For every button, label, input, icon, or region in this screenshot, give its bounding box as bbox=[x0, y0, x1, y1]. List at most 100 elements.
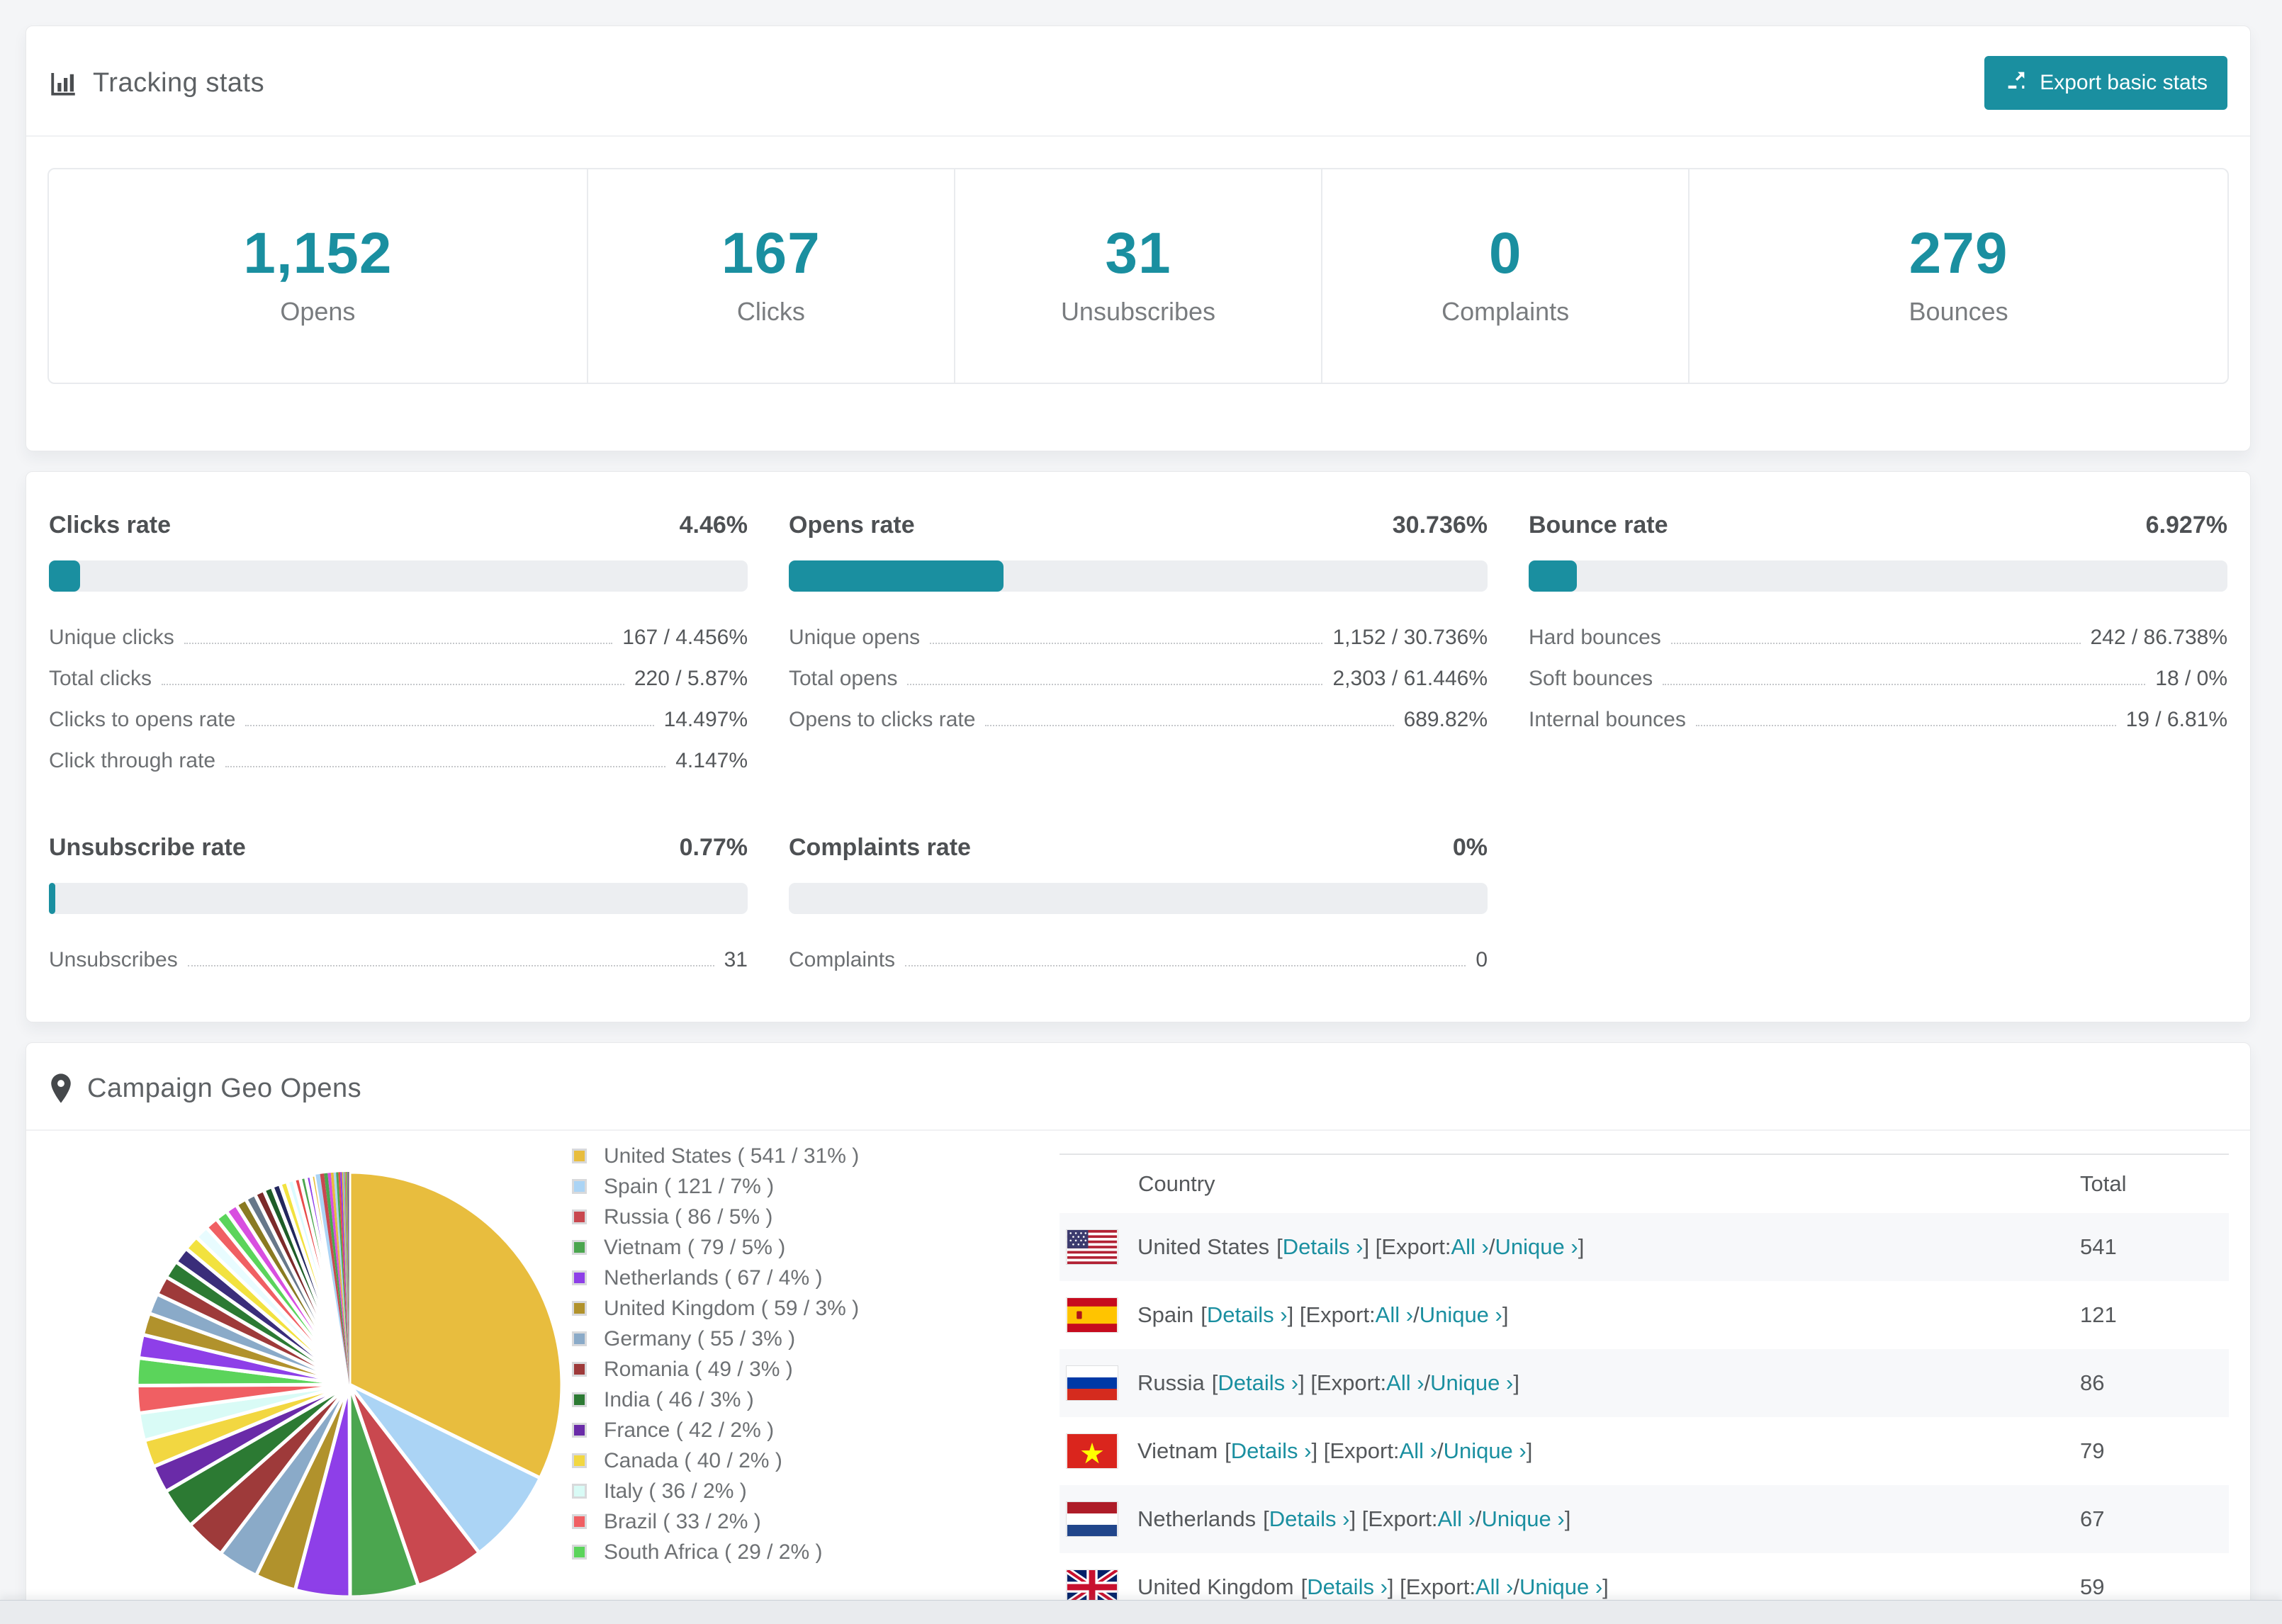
rate-title: Clicks rate bbox=[49, 512, 171, 538]
rate-row-value: 14.497% bbox=[663, 708, 748, 731]
legend-item-vietnam[interactable]: Vietnam ( 79 / 5% ) bbox=[572, 1232, 1060, 1263]
export-unique-link[interactable]: Unique › bbox=[1430, 1370, 1513, 1396]
legend-label: Italy ( 36 / 2% ) bbox=[604, 1479, 747, 1503]
nl-flag-icon bbox=[1067, 1502, 1118, 1536]
bracket: ] [Export: bbox=[1311, 1438, 1400, 1463]
rate-panel-clicks-rate: Clicks rate 4.46% Unique clicks 167 / 4.456… bbox=[49, 512, 748, 782]
legend-item-netherlands[interactable]: Netherlands ( 67 / 4% ) bbox=[572, 1263, 1060, 1293]
export-all-link[interactable]: All › bbox=[1376, 1302, 1413, 1328]
table-row-vietnam: Vietnam [Details ›] [Export: All › / Uniq… bbox=[1060, 1417, 2229, 1485]
geo-opens-title-text: Campaign Geo Opens bbox=[87, 1073, 362, 1103]
geo-table-header-country: Country bbox=[1138, 1171, 1215, 1196]
export-unique-link[interactable]: Unique › bbox=[1420, 1302, 1502, 1328]
legend-item-italy[interactable]: Italy ( 36 / 2% ) bbox=[572, 1476, 1060, 1506]
legend-item-france[interactable]: France ( 42 / 2% ) bbox=[572, 1415, 1060, 1445]
country-name: Spain bbox=[1137, 1302, 1194, 1327]
geo-row-total: 79 bbox=[2080, 1438, 2105, 1463]
table-row-spain: Spain [Details ›] [Export: All › / Unique… bbox=[1060, 1281, 2229, 1349]
export-all-link[interactable]: All › bbox=[1451, 1234, 1488, 1260]
rate-row-hard-bounces: Hard bounces 242 / 86.738% bbox=[1529, 617, 2227, 658]
bracket: ] [Export: bbox=[1349, 1506, 1438, 1531]
slash: / bbox=[1413, 1302, 1420, 1327]
legend-swatch bbox=[572, 1179, 587, 1194]
details-link[interactable]: Details › bbox=[1307, 1574, 1388, 1600]
bracket: ] bbox=[1513, 1370, 1519, 1395]
legend-swatch bbox=[572, 1149, 587, 1163]
details-link[interactable]: Details › bbox=[1231, 1438, 1312, 1464]
slash: / bbox=[1513, 1574, 1519, 1599]
geo-opens-card: Campaign Geo Opens United States ( 541 /… bbox=[26, 1042, 2251, 1624]
details-link[interactable]: Details › bbox=[1207, 1302, 1288, 1328]
export-unique-link[interactable]: Unique › bbox=[1444, 1438, 1527, 1464]
map-pin-icon bbox=[49, 1073, 73, 1104]
leader-dots bbox=[905, 965, 1466, 966]
rate-row-label: Click through rate bbox=[49, 749, 216, 772]
legend-item-russia[interactable]: Russia ( 86 / 5% ) bbox=[572, 1202, 1060, 1232]
details-link[interactable]: Details › bbox=[1218, 1370, 1298, 1396]
page-content: Tracking stats Export basic stats 1,152 O… bbox=[0, 0, 2282, 1624]
export-unique-link[interactable]: Unique › bbox=[1519, 1574, 1602, 1600]
legend-swatch bbox=[572, 1362, 587, 1377]
legend-item-romania[interactable]: Romania ( 49 / 3% ) bbox=[572, 1354, 1060, 1385]
legend-item-germany[interactable]: Germany ( 55 / 3% ) bbox=[572, 1324, 1060, 1354]
export-all-link[interactable]: All › bbox=[1386, 1370, 1424, 1396]
rate-progress-fill bbox=[789, 560, 1004, 592]
stats-wrap: 1,152 Opens 167 Clicks 31 Unsubscribes 0 Compla… bbox=[26, 137, 2250, 451]
dashboard-page: Tracking stats Export basic stats 1,152 O… bbox=[0, 0, 2282, 1624]
rate-row-label: Total clicks bbox=[49, 667, 152, 690]
rate-row-internal-bounces: Internal bounces 19 / 6.81% bbox=[1529, 699, 2227, 740]
rate-row-value: 1,152 / 30.736% bbox=[1332, 626, 1488, 649]
geo-row-total: 541 bbox=[2080, 1234, 2117, 1259]
rate-rows: Complaints 0 bbox=[789, 940, 1488, 981]
legend-item-canada[interactable]: Canada ( 40 / 2% ) bbox=[572, 1445, 1060, 1476]
rate-row-label: Opens to clicks rate bbox=[789, 708, 976, 731]
es-flag-icon bbox=[1067, 1298, 1118, 1332]
details-link[interactable]: Details › bbox=[1269, 1506, 1350, 1532]
slash: / bbox=[1424, 1370, 1431, 1395]
legend-item-spain[interactable]: Spain ( 121 / 7% ) bbox=[572, 1171, 1060, 1202]
legend-swatch bbox=[572, 1392, 587, 1407]
rate-panel-complaints-rate: Complaints rate 0% Complaints 0 bbox=[789, 834, 1488, 981]
bracket: ] bbox=[1578, 1234, 1585, 1259]
bracket: ] [Export: bbox=[1298, 1370, 1387, 1395]
geo-table: Country Total United States[Details ›] [… bbox=[1060, 1154, 2229, 1624]
export-basic-stats-button[interactable]: Export basic stats bbox=[1984, 56, 2227, 110]
export-all-link[interactable]: All › bbox=[1400, 1438, 1437, 1464]
leader-dots bbox=[1663, 684, 2146, 685]
rate-rows: Hard bounces 242 / 86.738% Soft bounces 18 … bbox=[1529, 617, 2227, 740]
stat-cell-opens: 1,152 Opens bbox=[49, 169, 588, 383]
export-unique-link[interactable]: Unique › bbox=[1495, 1234, 1578, 1260]
rate-row-label: Internal bounces bbox=[1529, 708, 1686, 731]
leader-dots bbox=[225, 766, 666, 767]
legend-item-united-states[interactable]: United States ( 541 / 31% ) bbox=[572, 1141, 1060, 1171]
bracket: [ bbox=[1225, 1438, 1231, 1463]
export-all-link[interactable]: All › bbox=[1438, 1506, 1476, 1532]
rate-row-unique-clicks: Unique clicks 167 / 4.456% bbox=[49, 617, 748, 658]
legend-item-india[interactable]: India ( 46 / 3% ) bbox=[572, 1385, 1060, 1415]
rate-panel-bounce-rate: Bounce rate 6.927% Hard bounces 242 / 86.73… bbox=[1529, 512, 2227, 782]
details-link[interactable]: Details › bbox=[1283, 1234, 1364, 1260]
legend-label: United States ( 541 / 31% ) bbox=[604, 1144, 860, 1168]
rate-row-total-opens: Total opens 2,303 / 61.446% bbox=[789, 658, 1488, 699]
export-all-link[interactable]: All › bbox=[1476, 1574, 1513, 1600]
ru-flag-icon bbox=[1067, 1366, 1118, 1400]
rate-progress-fill bbox=[49, 560, 80, 592]
stat-label: Clicks bbox=[736, 297, 805, 326]
legend-item-brazil[interactable]: Brazil ( 33 / 2% ) bbox=[572, 1506, 1060, 1537]
stat-value: 1,152 bbox=[243, 221, 393, 286]
legend-item-south-africa[interactable]: South Africa ( 29 / 2% ) bbox=[572, 1537, 1060, 1567]
legend-label: France ( 42 / 2% ) bbox=[604, 1418, 775, 1442]
legend-swatch bbox=[572, 1270, 587, 1285]
rate-row-total-clicks: Total clicks 220 / 5.87% bbox=[49, 658, 748, 699]
rate-head: Complaints rate 0% bbox=[789, 834, 1488, 862]
rate-progress-fill bbox=[1529, 560, 1578, 592]
tracking-stats-title-text: Tracking stats bbox=[93, 67, 265, 98]
geo-row-total: 67 bbox=[2080, 1506, 2105, 1531]
export-unique-link[interactable]: Unique › bbox=[1482, 1506, 1565, 1532]
rate-row-unique-opens: Unique opens 1,152 / 30.736% bbox=[789, 617, 1488, 658]
table-row-united-states: United States[Details ›] [Export: All › … bbox=[1060, 1213, 2229, 1281]
legend-item-united-kingdom[interactable]: United Kingdom ( 59 / 3% ) bbox=[572, 1293, 1060, 1324]
legend-label: Canada ( 40 / 2% ) bbox=[604, 1448, 782, 1472]
bracket: [ bbox=[1211, 1370, 1218, 1395]
rate-row-value: 4.147% bbox=[675, 749, 748, 772]
